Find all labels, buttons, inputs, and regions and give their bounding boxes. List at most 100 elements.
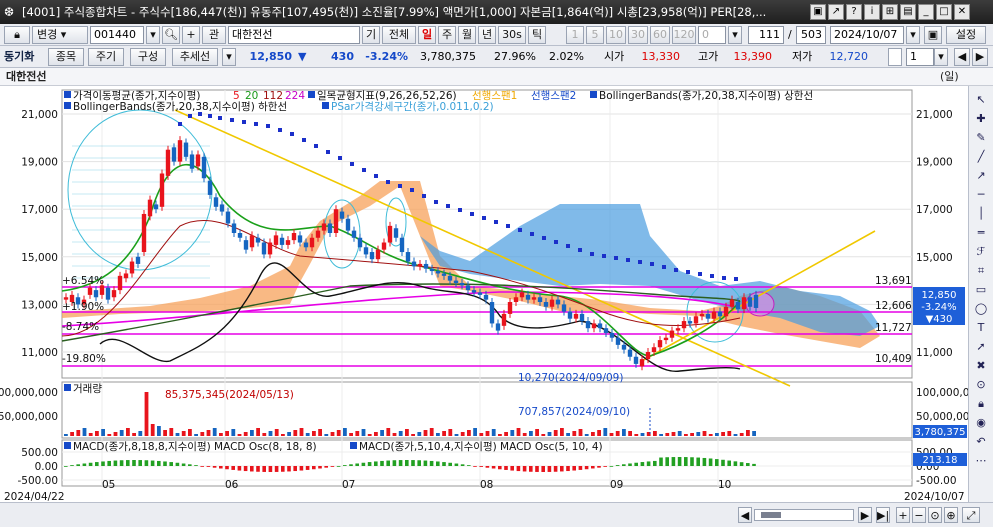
volume-bar bbox=[516, 428, 521, 436]
interval-5-button[interactable]: 5 bbox=[586, 26, 604, 44]
window-title-bar: ❆ [4001] 주식종합차트 - 주식수[186,447(천)] 유동주[10… bbox=[0, 0, 993, 24]
overlay-dropdown-icon[interactable]: ▾ bbox=[934, 48, 948, 66]
zoom-in-icon[interactable]: + bbox=[896, 507, 910, 523]
pin-icon[interactable]: ⊞ bbox=[882, 4, 898, 20]
date-input[interactable]: 2024/10/07 bbox=[830, 26, 904, 44]
candle-body bbox=[279, 237, 285, 245]
zoom-reset-icon[interactable]: ⊙ bbox=[928, 507, 942, 523]
macd-bar bbox=[547, 466, 552, 472]
scroll-track[interactable] bbox=[754, 509, 854, 521]
psar-dot bbox=[530, 232, 534, 236]
vertical-line-icon[interactable]: │ bbox=[972, 206, 990, 222]
mode-select[interactable]: 변경 ▾ bbox=[32, 26, 88, 44]
cursor-icon[interactable]: ↖ bbox=[972, 92, 990, 108]
scroll-right-icon[interactable]: ▶ bbox=[858, 507, 872, 523]
save-icon[interactable]: ▣ bbox=[924, 26, 942, 44]
more-icon[interactable]: ⋯ bbox=[972, 453, 990, 469]
rectangle-icon[interactable]: ▭ bbox=[972, 282, 990, 298]
maximize-icon[interactable]: □ bbox=[936, 4, 952, 20]
high-label: 고가 bbox=[698, 50, 719, 63]
date-dropdown-icon[interactable]: ▾ bbox=[906, 26, 920, 44]
period-30s-button[interactable]: 30s bbox=[498, 26, 526, 44]
lock-icon[interactable]: 🔒︎ bbox=[972, 396, 990, 412]
macd-bar bbox=[696, 457, 700, 466]
ray-icon[interactable]: ↗ bbox=[972, 168, 990, 184]
period-week-button[interactable]: 주 bbox=[438, 26, 456, 44]
gwan-button[interactable]: 관 bbox=[202, 26, 226, 44]
low-price-note: 10,270(2024/09/09) bbox=[518, 372, 623, 384]
interval-custom-input[interactable]: 0 bbox=[698, 26, 726, 44]
interval-1-button[interactable]: 1 bbox=[566, 26, 584, 44]
minimize-icon[interactable]: _ bbox=[918, 4, 934, 20]
candle-body bbox=[579, 313, 585, 322]
stock-button[interactable]: 종목 bbox=[48, 48, 84, 66]
fibonacci-icon[interactable]: ℱ bbox=[972, 244, 990, 260]
prev-icon[interactable]: ◀ bbox=[954, 48, 970, 66]
interval-10-button[interactable]: 10 bbox=[606, 26, 626, 44]
close-icon[interactable]: ✕ bbox=[954, 4, 970, 20]
restore-icon[interactable]: ▣ bbox=[810, 4, 826, 20]
link-icon[interactable]: ↗ bbox=[828, 4, 844, 20]
volume-legend-swatch bbox=[64, 384, 71, 391]
pencil-icon[interactable]: ✎ bbox=[972, 130, 990, 146]
display-count-input[interactable]: 111 bbox=[748, 26, 784, 44]
compare-checkbox[interactable] bbox=[888, 48, 902, 66]
settings-button[interactable]: 설정 bbox=[946, 26, 986, 44]
trend-line-icon[interactable]: ╱ bbox=[972, 149, 990, 165]
fit-icon[interactable]: ⊕ bbox=[944, 507, 958, 523]
period-tick-button[interactable]: 틱 bbox=[528, 26, 546, 44]
period-year-button[interactable]: 년 bbox=[478, 26, 496, 44]
scroll-left-icon[interactable]: ◀ bbox=[738, 507, 752, 523]
gi-button[interactable]: 기 bbox=[362, 26, 380, 44]
eye-icon[interactable]: ◉ bbox=[972, 415, 990, 431]
channel-icon[interactable]: ═ bbox=[972, 225, 990, 241]
psar-dot bbox=[208, 114, 212, 118]
magnet-icon[interactable]: ⊙ bbox=[972, 377, 990, 393]
period-button[interactable]: 주기 bbox=[88, 48, 124, 66]
volume-bar bbox=[721, 432, 725, 436]
horizontal-line-icon[interactable]: ─ bbox=[972, 187, 990, 203]
undo-icon[interactable]: ↶ bbox=[972, 434, 990, 450]
interval-dropdown-icon[interactable]: ▾ bbox=[728, 26, 742, 44]
stock-name-field[interactable]: 대한전선 bbox=[228, 26, 360, 44]
search-icon[interactable]: 🔍︎ bbox=[162, 26, 180, 44]
quote-dropdown-icon[interactable]: ▾ bbox=[222, 48, 236, 66]
crosshair-icon[interactable]: ✚ bbox=[972, 111, 990, 127]
macd-bar bbox=[467, 465, 471, 466]
stock-chart-svg[interactable]: 가격이동평균(종가,지수이평) 5 20 112 224 일목균형지표(9,26… bbox=[0, 86, 968, 502]
info-icon[interactable]: i bbox=[864, 4, 880, 20]
zoom-out-icon[interactable]: − bbox=[912, 507, 926, 523]
lock-toggle-icon[interactable]: 🔒︎ bbox=[4, 26, 30, 44]
add-icon[interactable]: + bbox=[182, 26, 200, 44]
all-button[interactable]: 전체 bbox=[382, 26, 416, 44]
gann-icon[interactable]: ⌗ bbox=[972, 263, 990, 279]
volume-bar bbox=[126, 428, 130, 436]
chart-area[interactable]: 가격이동평균(종가,지수이평) 5 20 112 224 일목균형지표(9,26… bbox=[0, 86, 993, 506]
volume-bar bbox=[169, 428, 174, 436]
help-icon[interactable]: ? bbox=[846, 4, 862, 20]
scroll-end-icon[interactable]: ▶| bbox=[876, 507, 890, 523]
delete-icon[interactable]: ✖ bbox=[972, 358, 990, 374]
stock-code-input[interactable]: 001440 bbox=[90, 26, 144, 44]
period-month-button[interactable]: 월 bbox=[458, 26, 476, 44]
tile-icon[interactable]: ▤ bbox=[900, 4, 916, 20]
interval-60-button[interactable]: 60 bbox=[650, 26, 670, 44]
macd-bar bbox=[349, 464, 353, 466]
fullscreen-icon[interactable]: ⤢ bbox=[962, 507, 980, 523]
total-count-field: 503 bbox=[796, 26, 826, 44]
candle-body bbox=[657, 340, 663, 348]
candle-body bbox=[117, 275, 123, 291]
arrow-icon[interactable]: ➚ bbox=[972, 339, 990, 355]
text-icon[interactable]: T bbox=[972, 320, 990, 336]
scroll-thumb[interactable] bbox=[761, 512, 781, 518]
volume-bar bbox=[522, 433, 527, 436]
interval-30-button[interactable]: 30 bbox=[628, 26, 648, 44]
next-icon[interactable]: ▶ bbox=[972, 48, 988, 66]
ellipse-icon[interactable]: ◯ bbox=[972, 301, 990, 317]
overlay-count-select[interactable]: 1 bbox=[906, 48, 934, 66]
layout-button[interactable]: 구성 bbox=[130, 48, 166, 66]
trendline-button[interactable]: 추세선 bbox=[172, 48, 218, 66]
interval-120-button[interactable]: 120 bbox=[672, 26, 696, 44]
period-day-button[interactable]: 일 bbox=[418, 26, 436, 44]
code-dropdown-icon[interactable]: ▾ bbox=[146, 26, 160, 44]
